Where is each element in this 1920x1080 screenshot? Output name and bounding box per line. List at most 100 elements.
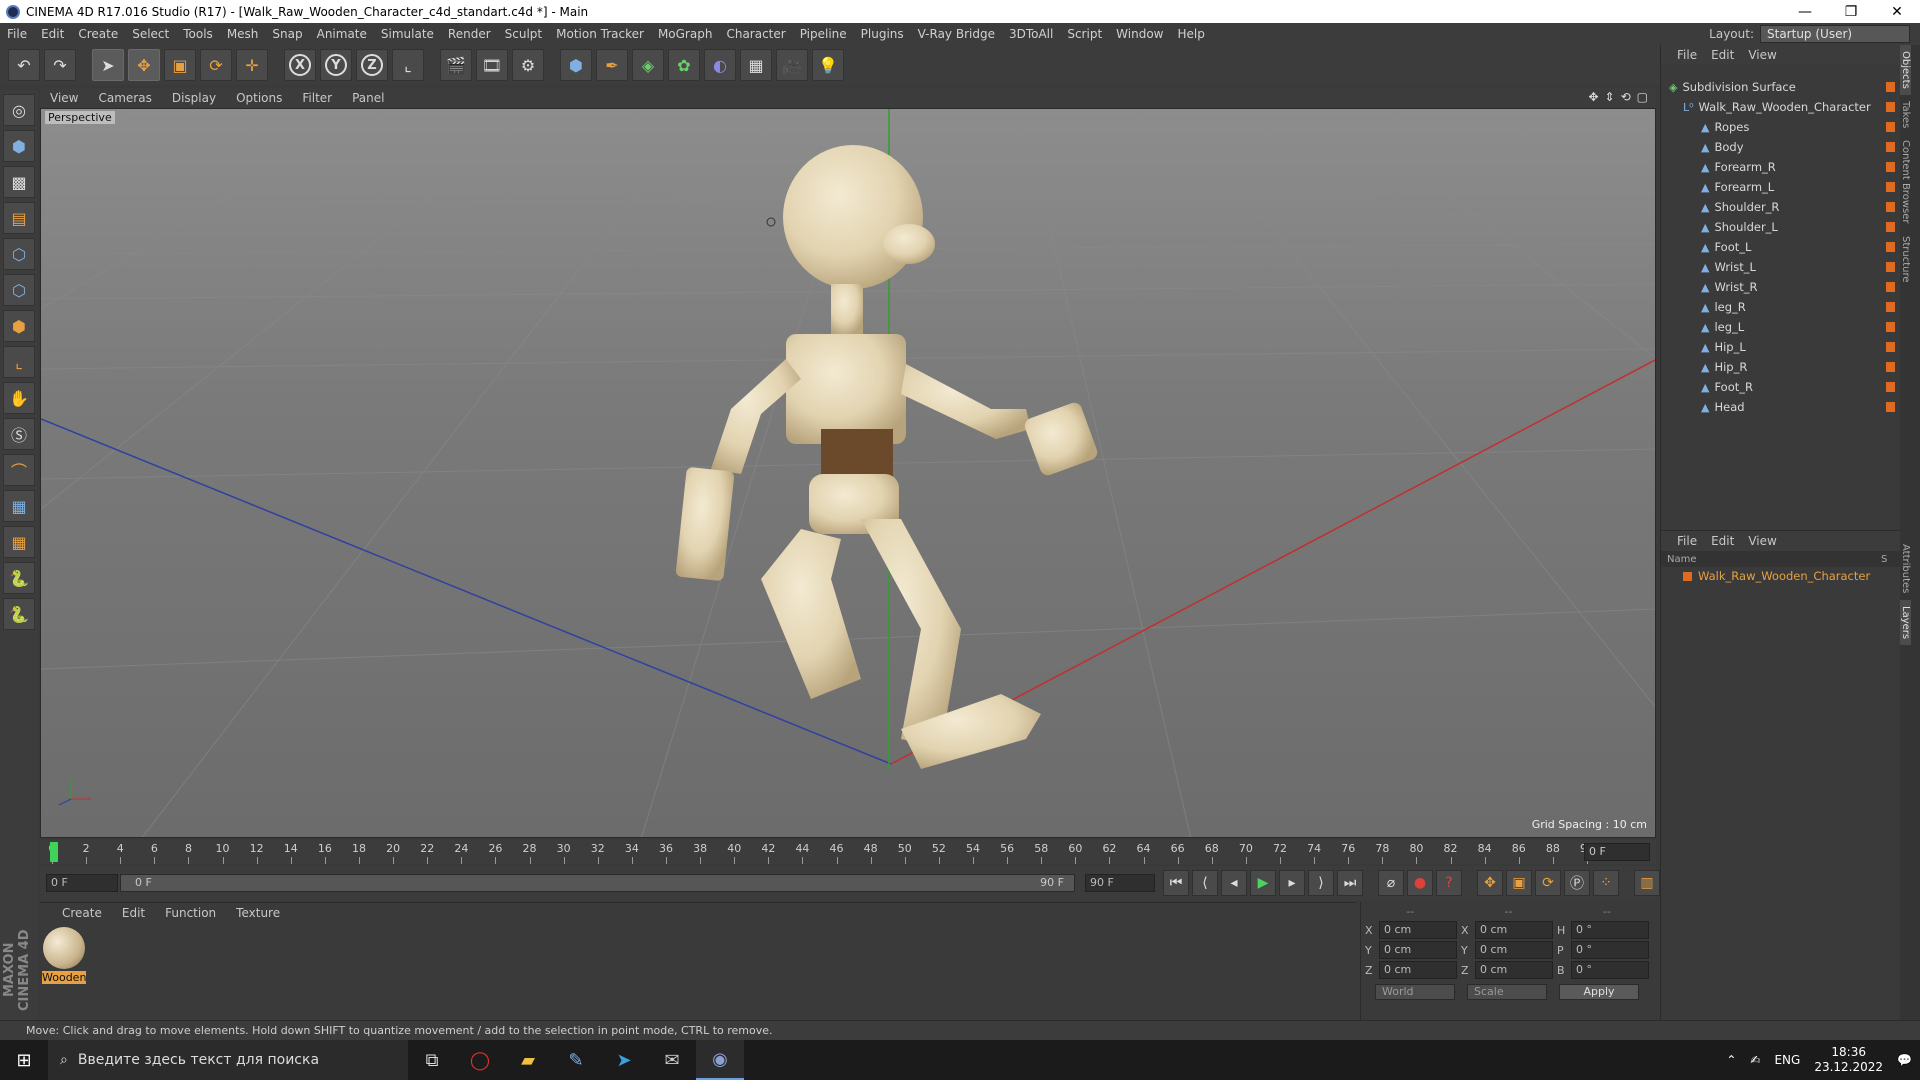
visibility-toggle[interactable]	[1886, 102, 1895, 112]
axis-mode-icon[interactable]: ⌞	[3, 346, 35, 378]
tree-item-leg-l[interactable]: ▲ leg_L	[1661, 317, 1901, 337]
polygons-mode-icon[interactable]: ⬢	[3, 310, 35, 342]
lock-workplane-icon[interactable]: ▦	[3, 490, 35, 522]
wooden-character[interactable]	[675, 145, 1099, 769]
clock[interactable]: 18:36 23.12.2022	[1814, 1045, 1883, 1075]
autokey-icon[interactable]: ?	[1436, 870, 1462, 896]
viewport-menu-cameras[interactable]: Cameras	[88, 91, 161, 105]
undo-icon[interactable]: ↶	[8, 49, 40, 81]
menu-file[interactable]: File	[0, 27, 34, 41]
tray-chevron-icon[interactable]: ⌃	[1726, 1053, 1736, 1067]
pos-y-field[interactable]: 0 cm	[1379, 941, 1457, 959]
tab-attributes[interactable]: Attributes	[1900, 538, 1911, 599]
menu-animate[interactable]: Animate	[310, 27, 374, 41]
maximize-button[interactable]: ❐	[1828, 0, 1874, 23]
visibility-toggle[interactable]	[1886, 242, 1895, 252]
tree-item-hip-r[interactable]: ▲ Hip_R	[1661, 357, 1901, 377]
notifications-icon[interactable]: 💬	[1897, 1053, 1912, 1067]
orbit-icon[interactable]: ⟲	[1621, 90, 1631, 104]
visibility-toggle[interactable]	[1886, 142, 1895, 152]
key-parameter-icon[interactable]: Ⓟ	[1564, 870, 1590, 896]
cinema4d-taskbar-icon[interactable]: ◉	[696, 1040, 744, 1080]
python-icon[interactable]: 🐍	[3, 562, 35, 594]
material-menu-texture[interactable]: Texture	[226, 906, 290, 920]
menu-3dtoall[interactable]: 3DToAll	[1002, 27, 1060, 41]
rot-b-field[interactable]: 0 °	[1571, 961, 1649, 979]
floor-icon[interactable]: ▦	[740, 49, 772, 81]
key-scale-icon[interactable]: ▣	[1506, 870, 1532, 896]
visibility-toggle[interactable]	[1886, 342, 1895, 352]
paint-icon[interactable]: ✎	[552, 1040, 600, 1080]
tab-layers[interactable]: Layers	[1900, 599, 1911, 645]
z-axis-icon[interactable]: Z	[356, 49, 388, 81]
menu-window[interactable]: Window	[1109, 27, 1170, 41]
visibility-toggle[interactable]	[1886, 222, 1895, 232]
visibility-toggle[interactable]	[1886, 162, 1895, 172]
render-view-icon[interactable]: 🎬	[440, 49, 472, 81]
menu-edit[interactable]: Edit	[34, 27, 71, 41]
next-frame-icon[interactable]: ▸	[1279, 870, 1305, 896]
subdivision-surface-icon[interactable]: ◈	[632, 49, 664, 81]
size-x-field[interactable]: 0 cm	[1475, 921, 1553, 939]
scale-tool-icon[interactable]: ▣	[164, 49, 196, 81]
close-button[interactable]: ✕	[1874, 0, 1920, 23]
lm-menu-edit[interactable]: Edit	[1711, 534, 1734, 548]
previous-key-icon[interactable]: ⟨	[1192, 870, 1218, 896]
points-mode-icon[interactable]: ⬡	[3, 238, 35, 270]
python-script-icon[interactable]: 🐍	[3, 598, 35, 630]
cloner-icon[interactable]: ✿	[668, 49, 700, 81]
om-menu-edit[interactable]: Edit	[1711, 48, 1734, 62]
opera-icon[interactable]: ◯	[456, 1040, 504, 1080]
visibility-toggle[interactable]	[1886, 302, 1895, 312]
previous-frame-icon[interactable]: ◂	[1221, 870, 1247, 896]
tree-item-ropes[interactable]: ▲ Ropes	[1661, 117, 1901, 137]
pos-z-field[interactable]: 0 cm	[1379, 961, 1457, 979]
menu-mesh[interactable]: Mesh	[220, 27, 266, 41]
light-icon[interactable]: 💡	[812, 49, 844, 81]
tree-item-hip-l[interactable]: ▲ Hip_L	[1661, 337, 1901, 357]
next-key-icon[interactable]: ⟩	[1308, 870, 1334, 896]
tree-item-foot-r[interactable]: ▲ Foot_R	[1661, 377, 1901, 397]
tree-item-forearm-l[interactable]: ▲ Forearm_L	[1661, 177, 1901, 197]
visibility-toggle[interactable]	[1886, 122, 1895, 132]
end-frame-field[interactable]: 90 F	[1085, 874, 1155, 892]
tree-item-shoulder-l[interactable]: ▲ Shoulder_L	[1661, 217, 1901, 237]
file-explorer-icon[interactable]: ▰	[504, 1040, 552, 1080]
menu-mograph[interactable]: MoGraph	[651, 27, 720, 41]
material-menu-create[interactable]: Create	[52, 906, 112, 920]
viewport-menu-display[interactable]: Display	[162, 91, 226, 105]
tree-item-shoulder-r[interactable]: ▲ Shoulder_R	[1661, 197, 1901, 217]
tree-item-subdivision[interactable]: ◈ Subdivision Surface	[1661, 77, 1901, 97]
pos-x-field[interactable]: 0 cm	[1379, 921, 1457, 939]
visibility-toggle[interactable]	[1886, 282, 1895, 292]
make-editable-icon[interactable]: ◎	[3, 94, 35, 126]
visibility-toggle[interactable]	[1886, 262, 1895, 272]
rotate-tool-icon[interactable]: ⟳	[200, 49, 232, 81]
viewport-menu-options[interactable]: Options	[226, 91, 292, 105]
material-menu-edit[interactable]: Edit	[112, 906, 155, 920]
tab-objects[interactable]: Objects	[1900, 45, 1911, 95]
menu-motion-tracker[interactable]: Motion Tracker	[549, 27, 651, 41]
menu-render[interactable]: Render	[441, 27, 498, 41]
menu-help[interactable]: Help	[1170, 27, 1211, 41]
key-rotation-icon[interactable]: ⟳	[1535, 870, 1561, 896]
layout-dropdown[interactable]: Startup (User)	[1760, 25, 1910, 43]
perspective-viewport[interactable]: Perspective Grid Spacing : 10 cm	[40, 108, 1656, 838]
visibility-toggle[interactable]	[1886, 202, 1895, 212]
timeline-window-icon[interactable]: ▥	[1634, 870, 1660, 896]
spline-pen-icon[interactable]: ✒	[596, 49, 628, 81]
tree-item-wrist-r[interactable]: ▲ Wrist_R	[1661, 277, 1901, 297]
render-settings-icon[interactable]: ⚙	[512, 49, 544, 81]
viewport-menu-panel[interactable]: Panel	[342, 91, 394, 105]
lm-menu-view[interactable]: View	[1748, 534, 1776, 548]
workplane-icon[interactable]: ▤	[3, 202, 35, 234]
tweak-mode-icon[interactable]: ✋	[3, 382, 35, 414]
coordinate-system-icon[interactable]: ⌞	[392, 49, 424, 81]
camera-icon[interactable]: 🎥	[776, 49, 808, 81]
move-tool-icon[interactable]: ✥	[128, 49, 160, 81]
visibility-toggle[interactable]	[1886, 382, 1895, 392]
x-axis-icon[interactable]: X	[284, 49, 316, 81]
minimize-button[interactable]: —	[1782, 0, 1828, 23]
menu-vray-bridge[interactable]: V-Ray Bridge	[911, 27, 1002, 41]
tree-item-character[interactable]: L⁰ Walk_Raw_Wooden_Character	[1661, 97, 1901, 117]
